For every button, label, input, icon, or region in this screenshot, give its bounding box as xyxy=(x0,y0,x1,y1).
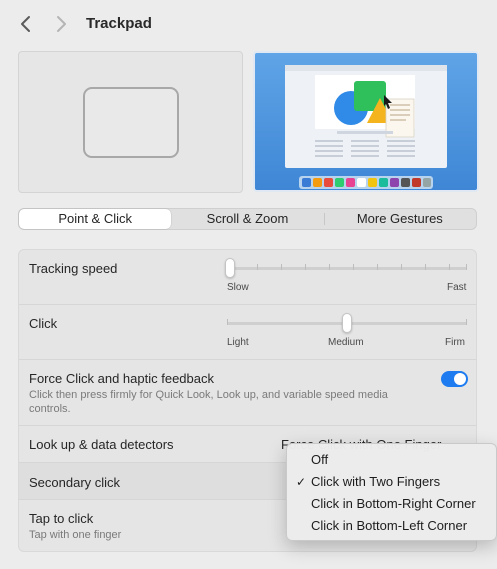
trackpad-illustration-icon xyxy=(83,87,179,158)
fast-label: Fast xyxy=(447,282,467,293)
slider-tick xyxy=(329,264,330,270)
slider-tick xyxy=(305,264,306,270)
look-up-label: Look up & data detectors xyxy=(29,437,174,452)
slider-tick xyxy=(257,264,258,270)
firm-label: Firm xyxy=(445,337,465,348)
tab-bar: Point & Click Scroll & Zoom More Gesture… xyxy=(18,208,477,230)
menu-item-two-fingers[interactable]: ✓ Click with Two Fingers xyxy=(287,471,496,493)
force-click-row: Force Click and haptic feedback Click th… xyxy=(19,360,476,426)
force-click-label: Force Click and haptic feedback xyxy=(29,371,214,386)
tracking-speed-slider[interactable] xyxy=(227,267,467,270)
slider-tick xyxy=(466,264,467,270)
menu-item-off[interactable]: Off xyxy=(287,449,496,471)
tracking-speed-thumb[interactable] xyxy=(225,258,235,278)
slider-tick xyxy=(227,319,228,325)
click-thumb[interactable] xyxy=(342,313,352,333)
slider-tick xyxy=(466,319,467,325)
tab-point-click[interactable]: Point & Click xyxy=(19,209,172,229)
toolbar: Trackpad xyxy=(0,0,497,50)
window-title: Trackpad xyxy=(86,15,152,32)
light-label: Light xyxy=(227,337,249,348)
tab-scroll-zoom[interactable]: Scroll & Zoom xyxy=(171,209,323,229)
toggle-knob xyxy=(454,373,466,385)
click-label: Click xyxy=(29,316,58,331)
tracking-speed-row: Tracking speed Slow Fast xyxy=(19,250,476,305)
forward-chevron-icon[interactable] xyxy=(53,14,69,34)
trackpad-preview xyxy=(18,51,243,193)
slider-tick xyxy=(425,264,426,270)
force-click-toggle[interactable] xyxy=(441,371,468,387)
gesture-preview-video xyxy=(253,51,479,192)
menu-item-bottom-left[interactable]: Click in Bottom-Left Corner xyxy=(287,515,496,537)
medium-label: Medium xyxy=(328,337,364,348)
back-chevron-icon[interactable] xyxy=(18,14,34,34)
tap-to-click-description: Tap with one finger xyxy=(29,529,122,541)
secondary-click-menu: Off ✓ Click with Two Fingers Click in Bo… xyxy=(286,443,497,541)
secondary-click-label: Secondary click xyxy=(29,475,121,490)
desktop-preview-icon xyxy=(285,65,447,189)
slider-tick xyxy=(377,264,378,270)
checkmark-icon: ✓ xyxy=(296,475,307,489)
slider-tick xyxy=(281,264,282,270)
tap-to-click-label: Tap to click xyxy=(29,511,94,526)
click-row: Click Light Medium Firm xyxy=(19,305,476,360)
slider-tick xyxy=(449,264,450,270)
tab-more-gestures[interactable]: More Gestures xyxy=(323,209,476,229)
menu-item-bottom-right[interactable]: Click in Bottom-Right Corner xyxy=(287,493,496,515)
force-click-description: Click then press firmly for Quick Look, … xyxy=(29,389,388,415)
slider-tick xyxy=(353,264,354,270)
slow-label: Slow xyxy=(227,282,249,293)
slider-tick xyxy=(401,264,402,270)
tracking-speed-label: Tracking speed xyxy=(29,261,118,276)
